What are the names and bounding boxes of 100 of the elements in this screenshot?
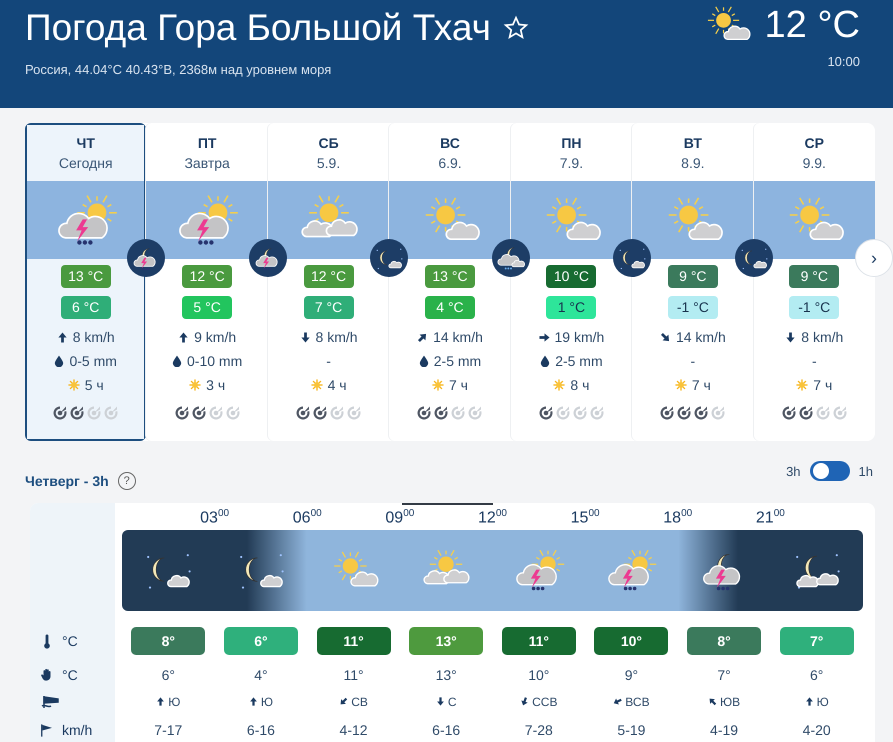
temperature-badge: 8° — [131, 627, 206, 655]
wind-gust: 6-16 — [246, 722, 275, 738]
hour-label: 15$^{00}$ — [570, 508, 600, 528]
gauge-icon — [416, 405, 432, 421]
gauge-icon — [798, 405, 814, 421]
gauge-icon — [693, 405, 710, 421]
gauge-icon — [52, 405, 68, 421]
gauge-icon — [174, 405, 190, 421]
max-temperature: 12 °C — [182, 265, 232, 288]
gauge-icon — [208, 405, 224, 421]
sun-icon — [553, 379, 566, 391]
current-time: 10:00 — [827, 54, 860, 69]
sunshine-hours: 7 ч — [692, 377, 711, 393]
gauge-icon — [224, 405, 241, 421]
precipitation: - — [690, 353, 696, 369]
drop-icon — [418, 355, 429, 367]
precipitation: - — [812, 353, 817, 369]
temperature-badge: 11° — [502, 627, 576, 655]
wind-direction: С — [448, 694, 457, 708]
wind-speed: 14 km/h — [433, 329, 483, 345]
page-title: Погода Гора Большой Тхач — [25, 6, 491, 50]
precipitation: - — [326, 353, 331, 369]
gauge-icon — [572, 405, 588, 421]
sunshine-hours: 8 ч — [570, 377, 590, 393]
interval-toggle[interactable] — [810, 461, 850, 481]
precipitation: 2-5 mm — [434, 353, 482, 369]
feels-like-temperature: 11° — [343, 666, 364, 682]
wind-speed: 19 km/h — [554, 329, 604, 345]
gauge-icon — [312, 405, 328, 421]
wind-direction: ЮВ — [720, 694, 740, 708]
gauge-icon — [103, 405, 120, 421]
wind-speed: 9 km/h — [194, 329, 236, 345]
date: 5.9. — [316, 155, 340, 171]
drop-icon — [54, 355, 64, 367]
gauge-icon — [346, 405, 362, 421]
date: 7.9. — [560, 155, 584, 171]
max-temperature: 9 °C — [668, 265, 718, 288]
temperature-badge: 11° — [316, 627, 391, 655]
hour-label: 09$^{00}$ — [385, 508, 414, 528]
hour-label: 06$^{00}$ — [292, 508, 322, 528]
next-button[interactable]: › — [855, 239, 893, 277]
gauge-icon — [814, 405, 831, 421]
moon-snow-icon — [494, 244, 527, 272]
min-temperature: 1 °C — [546, 296, 596, 319]
gauge-icon — [69, 405, 86, 421]
drop-icon — [540, 355, 550, 367]
sunshine-hours: 7 ч — [449, 377, 468, 393]
temperature-badge: 13° — [409, 627, 484, 655]
precipitation: 0-5 mm — [69, 353, 117, 369]
temperature-badge: 7° — [780, 627, 854, 655]
help-button[interactable]: ? — [118, 472, 136, 490]
sun-icon — [189, 379, 202, 391]
wind-gust: 7-17 — [154, 722, 182, 738]
feels-like-temperature: 6° — [162, 666, 175, 682]
gauge-icon — [450, 405, 466, 421]
feels-like-temperature: 6° — [810, 666, 824, 682]
gauge-icon — [659, 405, 676, 421]
max-temperature: 10 °C — [546, 265, 596, 288]
row-label: km/h — [62, 722, 92, 738]
hour-label: 21$^{00}$ — [756, 508, 785, 528]
toggle-label: 1h — [858, 464, 873, 478]
day-column[interactable]: ВС 6.9. 13 °C 4 °C 14 km/h 2-5 mm 7 ч — [389, 123, 511, 441]
gauge-icon — [329, 405, 346, 421]
wind-gust: 4-12 — [340, 722, 368, 738]
gauge-icon — [780, 405, 797, 421]
sun-icon — [68, 379, 80, 391]
favorite-star-icon[interactable] — [502, 15, 529, 41]
max-temperature: 13 °C — [60, 265, 111, 288]
weekday: ПН — [561, 135, 582, 151]
sun-icon — [796, 379, 808, 391]
date: Завтра — [184, 155, 230, 171]
date: 9.9. — [802, 155, 826, 171]
feels-like-temperature: 10° — [528, 666, 550, 682]
gauge-icon — [710, 405, 726, 421]
wind-speed: 8 km/h — [316, 329, 358, 345]
gauge-icon — [588, 405, 605, 421]
weekday: СБ — [318, 135, 339, 151]
wind-direction: Ю — [816, 694, 829, 708]
wind-direction: ВСВ — [625, 694, 650, 708]
temperature-badge: 8° — [687, 627, 762, 655]
date: 6.9. — [438, 155, 462, 171]
min-temperature: -1 °C — [668, 296, 718, 319]
day-column[interactable]: СБ 5.9. 12 °C 7 °C 8 km/h - 4 ч — [268, 123, 390, 441]
gauge-icon — [295, 405, 312, 421]
wind-speed: 8 km/h — [72, 329, 115, 345]
day-column[interactable]: ЧТ Сегодня 13 °C 6 °C 8 km/h 0-5 mm 5 ч — [25, 123, 146, 441]
day-column[interactable]: ПН 7.9. 10 °C 1 °C 19 km/h 2-5 mm 8 ч — [510, 123, 632, 441]
feels-like-temperature: 7° — [717, 666, 731, 682]
sunshine-hours: 4 ч — [328, 377, 347, 393]
hour-label: 03$^{00}$ — [200, 508, 230, 528]
wind-gust: 7-28 — [524, 722, 553, 738]
day-column[interactable]: ВТ 8.9. 9 °C -1 °C 14 km/h - 7 ч — [632, 123, 754, 441]
wind-gust: 6-16 — [432, 722, 460, 738]
gauge-icon — [832, 405, 848, 421]
wind-direction: Ю — [168, 694, 180, 708]
flag-icon — [40, 722, 54, 738]
hour-label: 18$^{00}$ — [663, 508, 692, 528]
day-column[interactable]: ПТ Завтра 12 °C 5 °C 9 km/h 0-10 mm 3 ч — [146, 123, 268, 441]
weekday: ЧТ — [76, 135, 95, 151]
date: 8.9. — [681, 155, 705, 171]
